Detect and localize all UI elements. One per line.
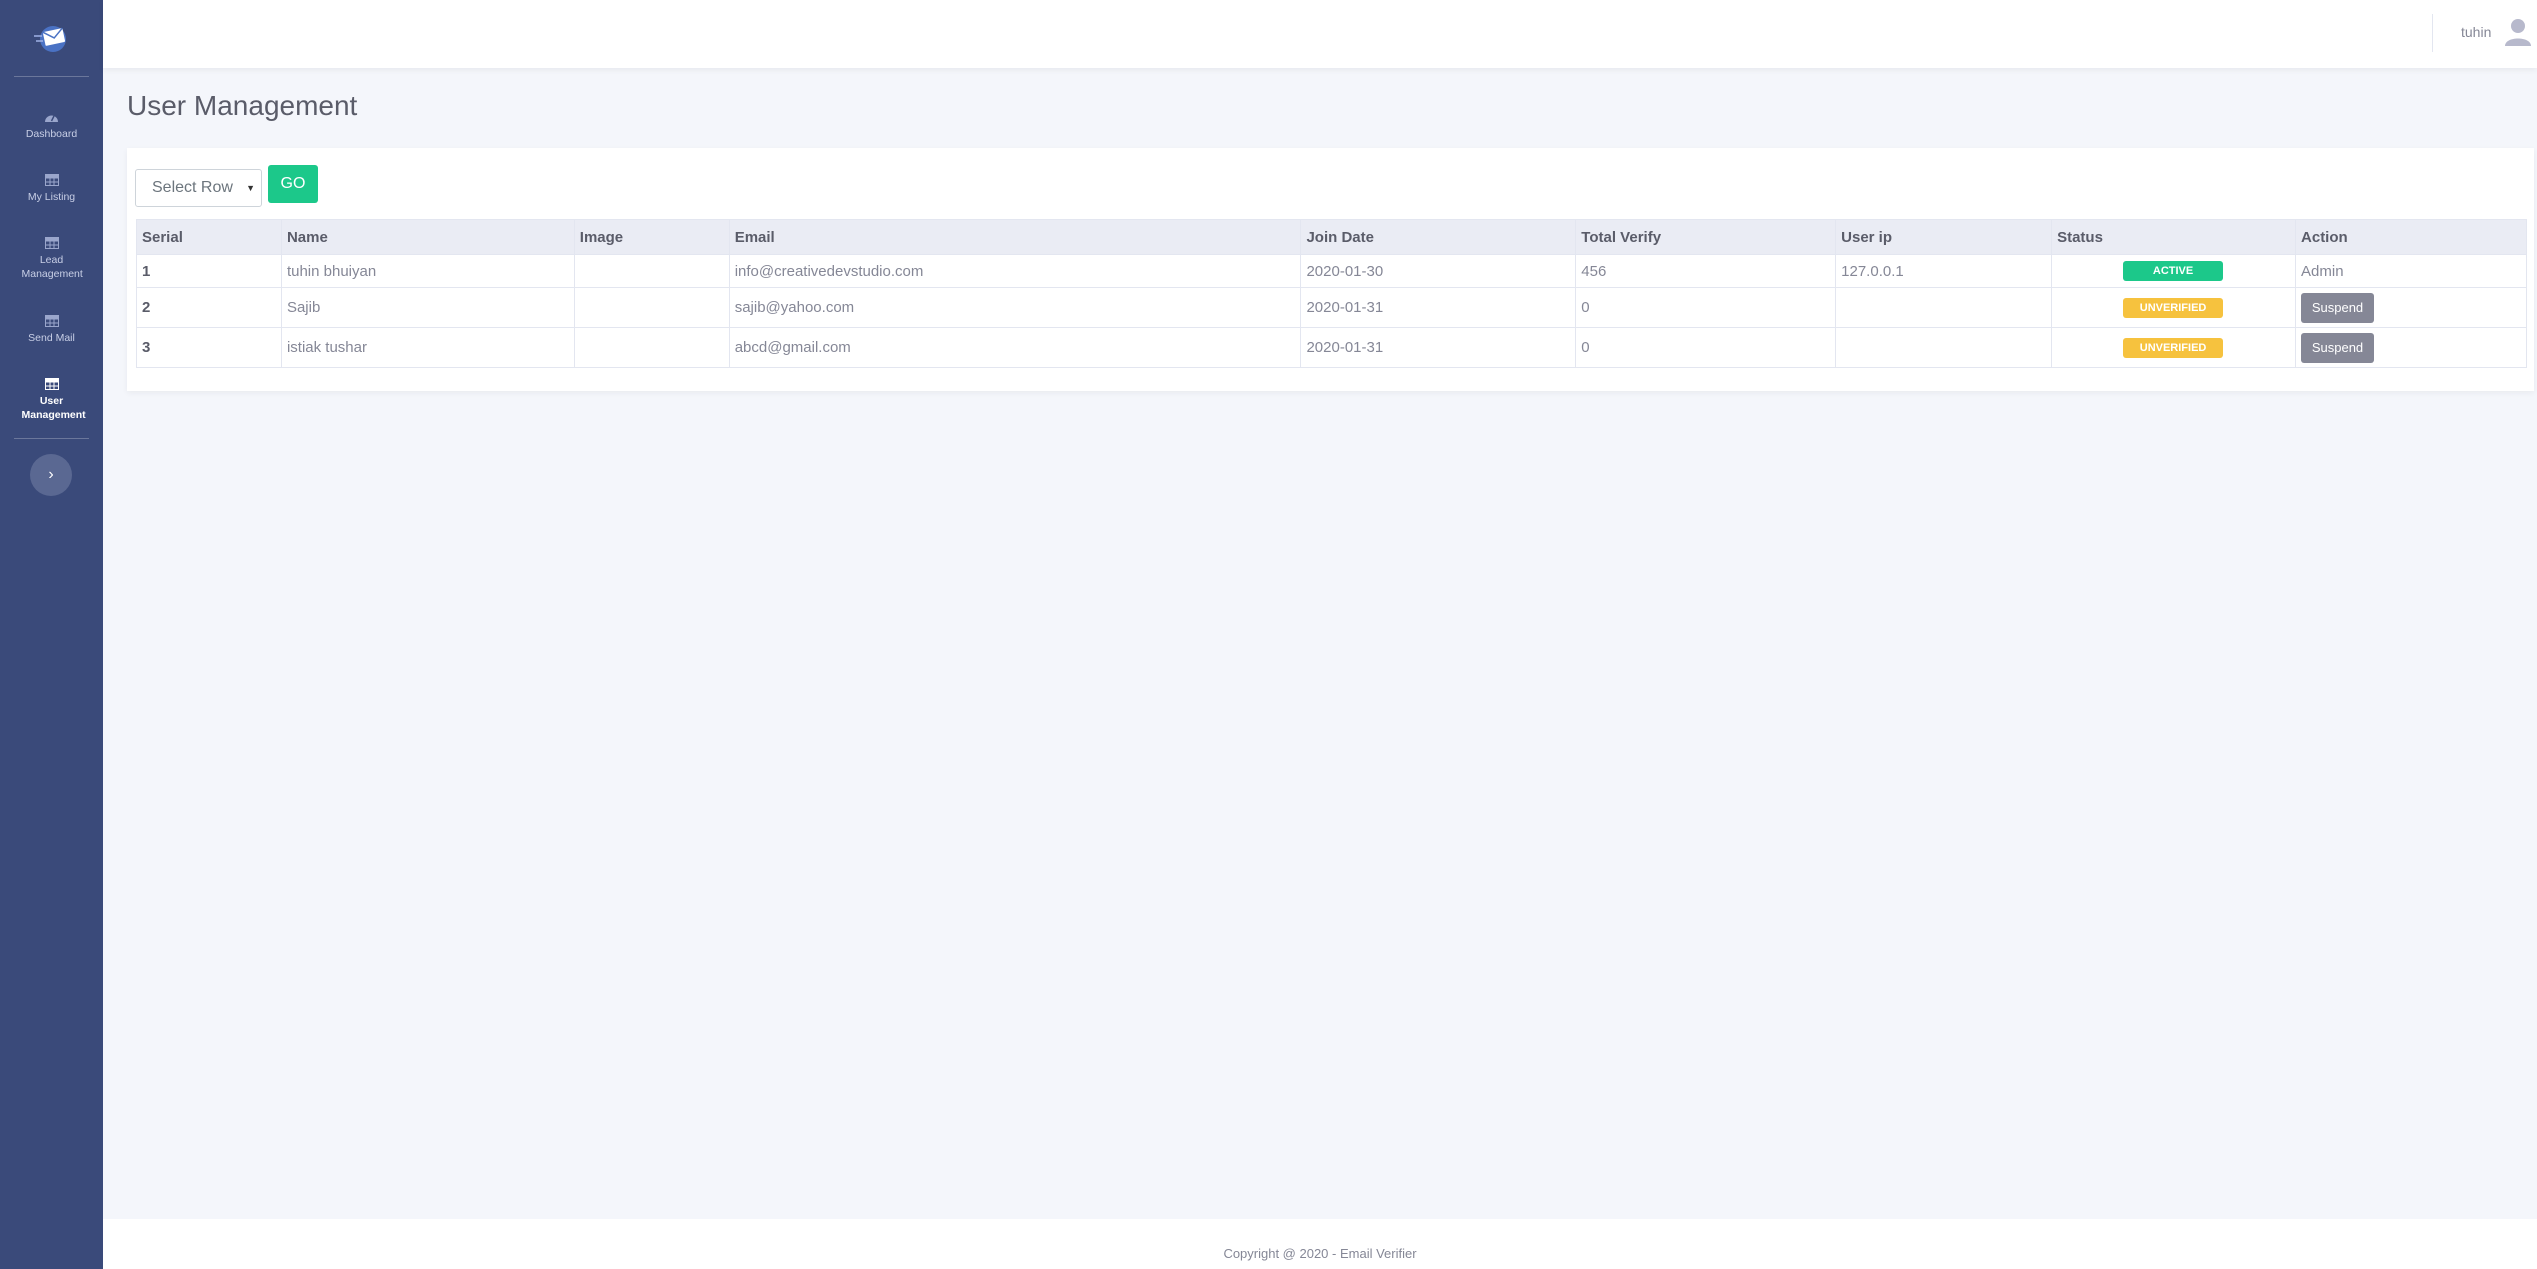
cell-total-verify: 456	[1575, 254, 1837, 288]
sidebar-item-label: Dashboard	[25, 128, 78, 140]
go-button[interactable]: GO	[268, 165, 318, 203]
topbar-divider	[2432, 14, 2433, 52]
cell-join-date: 2020-01-31	[1300, 327, 1577, 368]
cell-user-ip	[1835, 327, 2053, 368]
suspend-button[interactable]: Suspend	[2301, 332, 2375, 363]
column-header[interactable]: Email	[728, 219, 1302, 255]
row-select-dropdown[interactable]: Select Row ▼	[135, 169, 262, 207]
cell-serial: 1	[136, 254, 282, 288]
cell-serial: 2	[136, 287, 282, 328]
cell-total-verify: 0	[1575, 327, 1837, 368]
column-header[interactable]: User ip	[1835, 219, 2053, 255]
sidebar-divider	[14, 438, 89, 439]
cell-action: Suspend	[2295, 287, 2527, 328]
topbar: tuhin	[103, 0, 2537, 68]
caret-down-icon: ▼	[246, 183, 255, 193]
cell-name: istiak tushar	[280, 327, 575, 368]
cell-status: UNVERIFIED	[2051, 327, 2297, 368]
user-avatar-icon[interactable]	[2505, 18, 2531, 46]
envelope-logo-icon	[33, 26, 66, 52]
table-row: 2 Sajib sajib@yahoo.com 2020-01-31 0 UNV…	[136, 287, 2527, 328]
cell-email: info@creativedevstudio.com	[728, 254, 1302, 288]
cell-name: tuhin bhuiyan	[280, 254, 575, 288]
sidebar-toggle-button[interactable]: ›	[30, 454, 72, 496]
footer: Copyright @ 2020 - Email Verifier	[103, 1219, 2537, 1269]
sidebar-item-send-mail[interactable]: Send Mail	[0, 314, 103, 345]
sidebar-item-label: User Management	[21, 395, 86, 421]
status-badge: UNVERIFIED	[2123, 297, 2224, 318]
suspend-button[interactable]: Suspend	[2301, 292, 2375, 323]
status-badge: ACTIVE	[2123, 261, 2224, 281]
sidebar-item-my-listing[interactable]: My Listing	[0, 173, 103, 204]
app-logo[interactable]	[0, 0, 103, 76]
sidebar: Dashboard My Listing Lead Management Sen…	[0, 0, 103, 1269]
user-name[interactable]: tuhin	[2461, 24, 2491, 40]
row-select-value: Select Row	[152, 179, 233, 196]
dashboard-icon	[44, 110, 59, 123]
cell-image	[573, 327, 730, 368]
table-icon	[44, 377, 59, 390]
sidebar-item-user-management[interactable]: User Management	[0, 377, 103, 422]
cell-image	[573, 287, 730, 328]
cell-image	[573, 254, 730, 288]
cell-serial: 3	[136, 327, 282, 368]
cell-status: ACTIVE	[2051, 254, 2297, 288]
chevron-right-icon: ›	[48, 466, 54, 483]
column-header[interactable]: Serial	[136, 219, 282, 255]
cell-email: sajib@yahoo.com	[728, 287, 1302, 328]
copyright-text: Copyright @ 2020 - Email Verifier	[1223, 1246, 1417, 1261]
sidebar-item-label: Lead Management	[21, 254, 83, 280]
column-header[interactable]: Total Verify	[1575, 219, 1837, 255]
column-header[interactable]: Name	[280, 219, 575, 255]
table-row: 1 tuhin bhuiyan info@creativedevstudio.c…	[136, 254, 2527, 288]
table-icon	[44, 236, 59, 249]
column-header[interactable]: Action	[2295, 219, 2527, 255]
users-table: Serial Name Image Email Join Date Total …	[136, 219, 2527, 368]
user-table-card: Select Row ▼ GO Serial Name Image Email …	[127, 148, 2534, 391]
sidebar-item-dashboard[interactable]: Dashboard	[0, 110, 103, 141]
table-icon	[44, 314, 59, 327]
cell-name: Sajib	[280, 287, 575, 328]
cell-join-date: 2020-01-30	[1300, 254, 1577, 288]
cell-user-ip	[1835, 287, 2053, 328]
column-header[interactable]: Status	[2051, 219, 2297, 255]
cell-join-date: 2020-01-31	[1300, 287, 1577, 328]
cell-action: Admin	[2295, 254, 2527, 288]
sidebar-item-label: My Listing	[27, 191, 76, 203]
sidebar-item-lead-management[interactable]: Lead Management	[0, 236, 103, 281]
cell-status: UNVERIFIED	[2051, 287, 2297, 328]
cell-total-verify: 0	[1575, 287, 1837, 328]
cell-email: abcd@gmail.com	[728, 327, 1302, 368]
cell-action: Suspend	[2295, 327, 2527, 368]
table-header-row: Serial Name Image Email Join Date Total …	[136, 219, 2527, 255]
sidebar-item-label: Send Mail	[28, 332, 75, 344]
status-badge: UNVERIFIED	[2123, 337, 2224, 358]
table-row: 3 istiak tushar abcd@gmail.com 2020-01-3…	[136, 327, 2527, 368]
sidebar-divider	[14, 76, 89, 77]
table-icon	[44, 173, 59, 186]
cell-user-ip: 127.0.0.1	[1835, 254, 2053, 288]
page-title: User Management	[127, 90, 358, 121]
column-header[interactable]: Join Date	[1300, 219, 1577, 255]
column-header[interactable]: Image	[573, 219, 730, 255]
